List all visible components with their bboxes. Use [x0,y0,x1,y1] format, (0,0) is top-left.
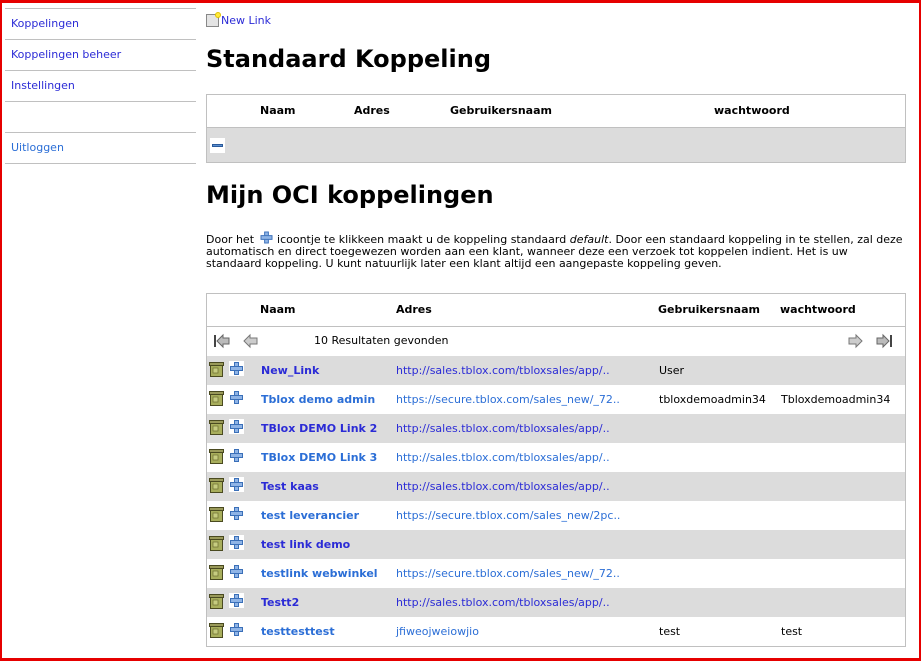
delete-icon[interactable] [209,594,224,609]
standaard-koppeling-table: Naam Adres Gebruikersnaam wachtwoord [206,94,906,163]
set-default-plus-icon[interactable] [229,448,244,463]
link-address[interactable]: http://sales.tblox.com/tbloxsales/app/.. [396,480,610,493]
link-address[interactable]: https://secure.tblox.com/sales_new/_72.. [396,393,620,406]
link-name[interactable]: Tblox demo admin [261,393,375,406]
set-default-plus-icon[interactable] [229,506,244,521]
last-page-icon[interactable] [876,333,893,349]
column-header-naam: Naam [260,104,296,117]
link-name[interactable]: Testt2 [261,596,299,609]
sidebar-item-uitloggen[interactable]: Uitloggen [5,132,196,163]
link-name[interactable]: Test kaas [261,480,319,493]
oci-koppelingen-title: Mijn OCI koppelingen [206,181,494,209]
sidebar-item-instellingen[interactable]: Instellingen [5,70,196,101]
new-link-button[interactable]: New Link [206,9,271,27]
next-page-icon[interactable] [846,333,863,349]
link-address[interactable]: https://secure.tblox.com/sales_new/_72.. [396,567,620,580]
set-default-plus-icon[interactable] [229,564,244,579]
column-header-adres: Adres [396,303,432,316]
table-row: TBlox DEMO Link 2 http://sales.tblox.com/… [207,414,905,443]
set-default-plus-icon[interactable] [229,419,244,434]
link-name[interactable]: test leverancier [261,509,359,522]
table-row [207,128,905,162]
table-row: Test kaas http://sales.tblox.com/tbloxsal… [207,472,905,501]
sidebar-spacer [5,101,196,132]
set-default-plus-icon[interactable] [229,622,244,637]
table-row: test link demo [207,530,905,559]
set-default-plus-icon[interactable] [229,535,244,550]
table-row: testlink webwinkel https://secure.tblox.c… [207,559,905,588]
table-row: Testt2 http://sales.tblox.com/tbloxsales/… [207,588,905,617]
sidebar-item-koppelingen[interactable]: Koppelingen [5,8,196,39]
new-link-label: New Link [221,14,272,27]
set-default-plus-icon[interactable] [229,361,244,376]
link-address[interactable]: http://sales.tblox.com/tbloxsales/app/.. [396,451,610,464]
link-address[interactable]: http://sales.tblox.com/tbloxsales/app/.. [396,364,610,377]
delete-icon[interactable] [209,362,224,377]
new-document-icon [206,12,221,27]
link-username: tbloxdemoadmin34 [659,393,766,406]
delete-icon[interactable] [209,478,224,493]
delete-icon[interactable] [209,507,224,522]
link-address[interactable]: http://sales.tblox.com/tbloxsales/app/.. [396,422,610,435]
column-header-wachtwoord: wachtwoord [780,303,856,316]
link-name[interactable]: TBlox DEMO Link 2 [261,422,377,435]
link-address[interactable]: http://sales.tblox.com/tbloxsales/app/.. [396,596,610,609]
link-password: Tbloxdemoadmin34 [781,393,891,406]
set-default-plus-icon[interactable] [229,390,244,405]
first-page-icon[interactable] [213,333,230,349]
link-name[interactable]: testtesttest [261,625,335,638]
table-header: Naam Adres Gebruikersnaam wachtwoord [207,95,905,128]
delete-icon[interactable] [209,391,224,406]
column-header-gebruikersnaam: Gebruikersnaam [450,104,552,117]
oci-koppelingen-table: Naam Adres Gebruikersnaam wachtwoord 10 … [206,293,906,647]
link-address[interactable]: https://secure.tblox.com/sales_new/2pc.. [396,509,620,522]
link-name[interactable]: test link demo [261,538,350,551]
table-row: New_Link http://sales.tblox.com/tbloxsale… [207,356,905,385]
link-name[interactable]: New_Link [261,364,319,377]
link-address[interactable]: jfiweojweiowjio [396,625,479,638]
column-header-naam: Naam [260,303,296,316]
link-username: test [659,625,681,638]
results-count: 10 Resultaten gevonden [314,334,449,347]
link-name[interactable]: TBlox DEMO Link 3 [261,451,377,464]
delete-icon[interactable] [209,536,224,551]
standaard-koppeling-title: Standaard Koppeling [206,45,491,73]
sidebar-item-koppelingen-beheer[interactable]: Koppelingen beheer [5,39,196,70]
table-row: testtesttest jfiweojweiowjio test test [207,617,905,646]
column-header-gebruikersnaam: Gebruikersnaam [658,303,760,316]
oci-rows: New_Link http://sales.tblox.com/tbloxsale… [207,356,905,646]
table-row: Tblox demo admin https://secure.tblox.com… [207,385,905,414]
table-row: TBlox DEMO Link 3 http://sales.tblox.com/… [207,443,905,472]
plus-icon [260,231,272,244]
delete-icon[interactable] [209,420,224,435]
column-header-wachtwoord: wachtwoord [714,104,790,117]
pagination-bar: 10 Resultaten gevonden [207,327,905,356]
sidebar-divider [5,163,196,164]
link-username: User [659,364,685,377]
delete-icon[interactable] [209,449,224,464]
set-default-plus-icon[interactable] [229,593,244,608]
link-name[interactable]: testlink webwinkel [261,567,378,580]
table-header: Naam Adres Gebruikersnaam wachtwoord [207,294,905,327]
delete-icon[interactable] [209,565,224,580]
delete-icon[interactable] [209,623,224,638]
set-default-plus-icon[interactable] [229,477,244,492]
sidebar: Koppelingen Koppelingen beheer Instellin… [5,8,196,164]
oci-description: Door het icoontje te klikkeen maakt u de… [206,231,906,270]
column-header-adres: Adres [354,104,390,117]
minus-icon[interactable] [210,138,225,153]
link-password: test [781,625,803,638]
previous-page-icon[interactable] [243,333,260,349]
table-row: test leverancier https://secure.tblox.com… [207,501,905,530]
